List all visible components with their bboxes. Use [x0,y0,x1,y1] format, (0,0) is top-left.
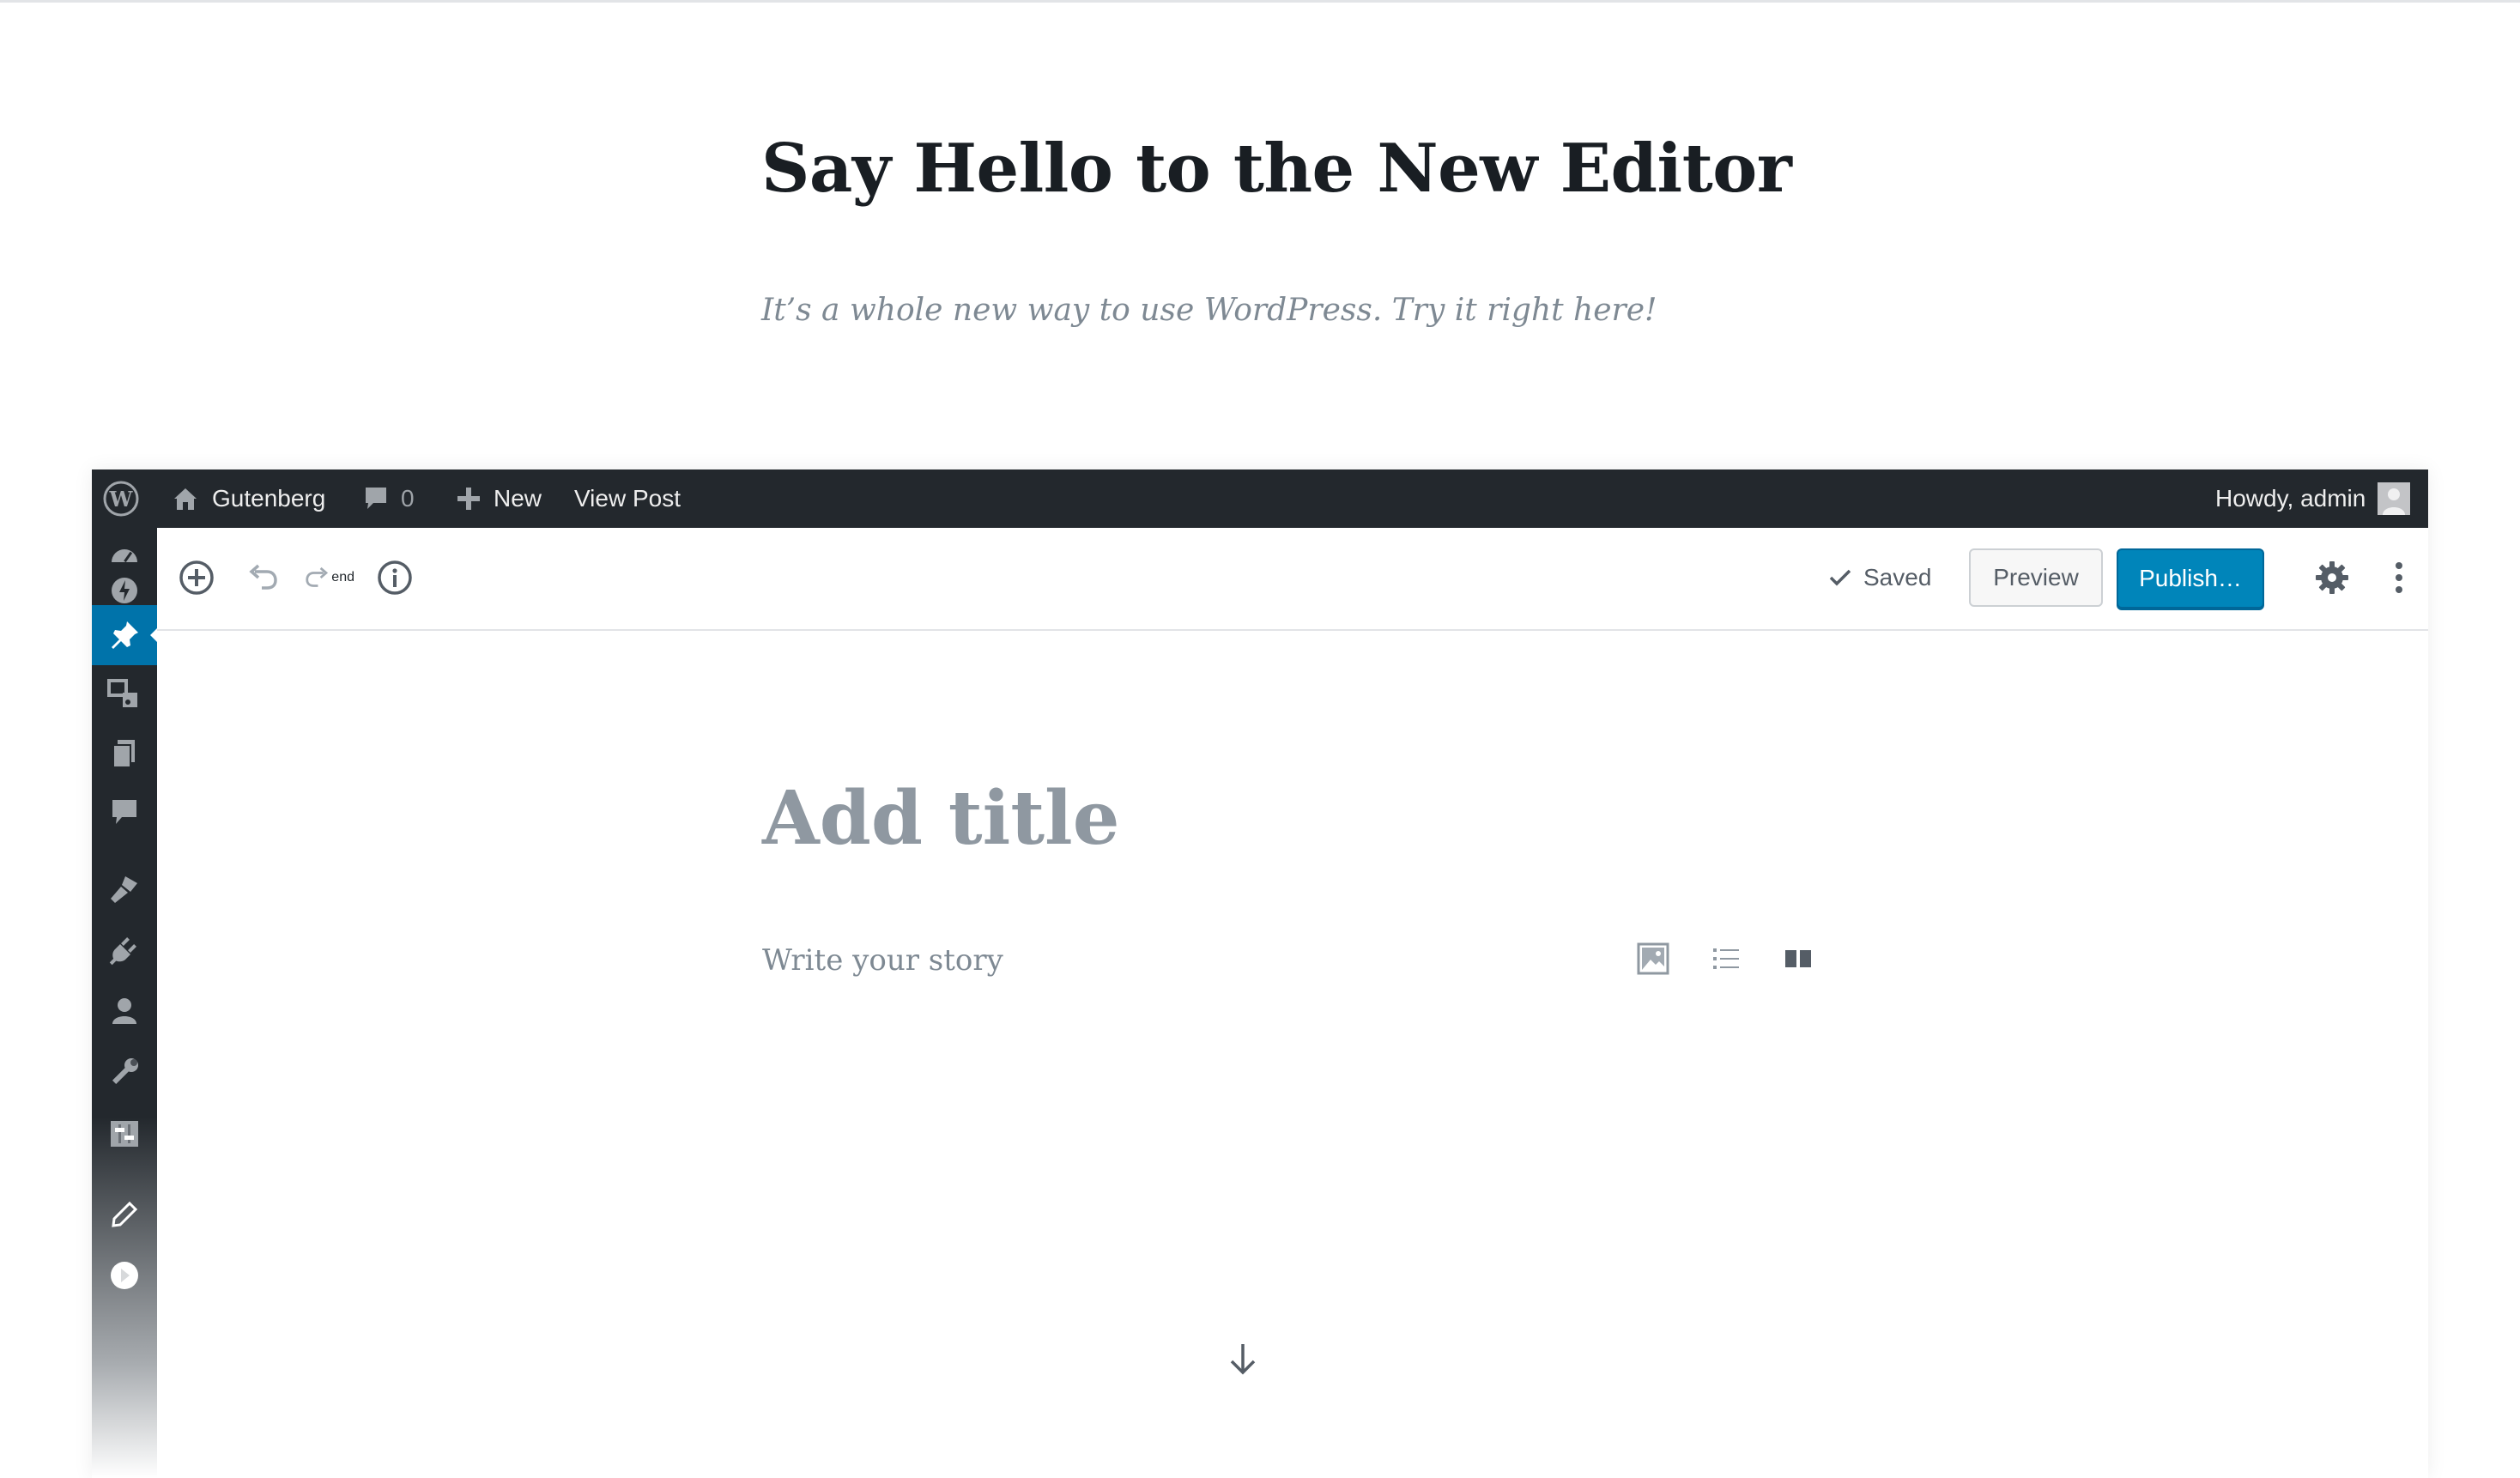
default-block-appender[interactable]: Write your story [762,946,1003,975]
comments-icon [112,800,136,824]
pin-icon [112,621,138,649]
view-post-link[interactable]: View Post [574,469,681,528]
more-menu-button[interactable] [2373,552,2425,603]
plugins-icon [109,937,136,966]
settings-button[interactable] [2306,552,2358,603]
menu-posts[interactable] [92,605,157,665]
menu-pages[interactable] [92,724,157,784]
scroll-down-arrow[interactable] [1217,1333,1269,1384]
wrench-icon [112,1058,138,1085]
image-icon [1637,942,1669,975]
menu-users[interactable] [92,981,157,1041]
gear-icon [2316,561,2348,594]
post-title-input[interactable]: Add title [762,782,1119,856]
menu-tools[interactable] [92,1042,157,1102]
page-title: Say Hello to the New Editor [761,130,1792,208]
paintbrush-icon [111,876,137,903]
menu-plugins[interactable] [92,920,157,980]
undo-button[interactable] [237,552,288,603]
site-name-label: Gutenberg [212,485,326,512]
svg-text:W: W [109,487,134,512]
save-status: Saved [1827,552,1931,603]
site-name-link[interactable]: Gutenberg [171,469,325,528]
add-block-icon [179,560,214,595]
checkmark-icon [1829,569,1851,586]
settings-sliders-icon [111,1121,138,1147]
jetpack-icon [112,578,137,603]
comments-count: 0 [401,485,415,512]
menu-media[interactable] [92,664,157,724]
admin-bar: W Gutenberg 0 New View Post Howdy, admin [92,469,2428,528]
add-block-button[interactable] [171,552,222,603]
menu-collapse[interactable] [92,1245,157,1305]
redo-button[interactable]: end [303,552,354,603]
account-menu[interactable]: Howdy, admin [2215,469,2411,528]
top-divider [0,0,2520,3]
undo-icon [249,564,277,590]
admin-side-menu [92,528,157,1478]
menu-gutenberg[interactable] [92,1184,157,1245]
more-vertical-icon [2396,562,2402,593]
collapse-menu-icon [111,1262,138,1289]
insert-columns-button[interactable] [1772,933,1824,984]
content-structure-button[interactable] [369,552,421,603]
menu-appearance[interactable] [92,859,157,919]
insert-image-button[interactable] [1627,933,1679,984]
columns-icon [1785,950,1811,967]
menu-settings[interactable] [92,1104,157,1164]
wordpress-editor-window: W Gutenberg 0 New View Post Howdy, admin… [92,469,2428,1478]
pencil-icon [112,1201,138,1227]
media-icon [107,679,137,707]
plus-icon [457,488,480,510]
avatar [2378,482,2411,515]
home-icon [174,488,197,510]
saved-label: Saved [1863,564,1932,591]
wordpress-logo-icon: W [103,481,139,517]
editor-toolbar: end Saved Preview Publish… [157,528,2428,631]
insert-list-button[interactable] [1700,933,1752,984]
wordpress-logo-button[interactable]: W [102,469,140,528]
preview-button[interactable]: Preview [1969,548,2103,607]
list-icon [1713,948,1739,969]
new-content-link[interactable]: New [456,469,542,528]
new-label: New [494,485,542,512]
comment-icon [366,488,386,509]
page-subtitle: It’s a whole new way to use WordPress. T… [761,293,1657,328]
editor-canvas: Add title Write your story [157,631,2428,1478]
view-post-label: View Post [574,485,681,512]
menu-comments[interactable] [92,783,157,843]
redo-icon [306,566,329,587]
info-icon [378,560,412,595]
users-icon [112,998,136,1024]
pages-icon [112,740,135,768]
comments-link[interactable]: 0 [363,469,415,528]
arrow-down-icon [1230,1344,1256,1375]
greeting-label: Howdy, admin [2215,485,2366,512]
publish-button[interactable]: Publish… [2117,548,2264,609]
